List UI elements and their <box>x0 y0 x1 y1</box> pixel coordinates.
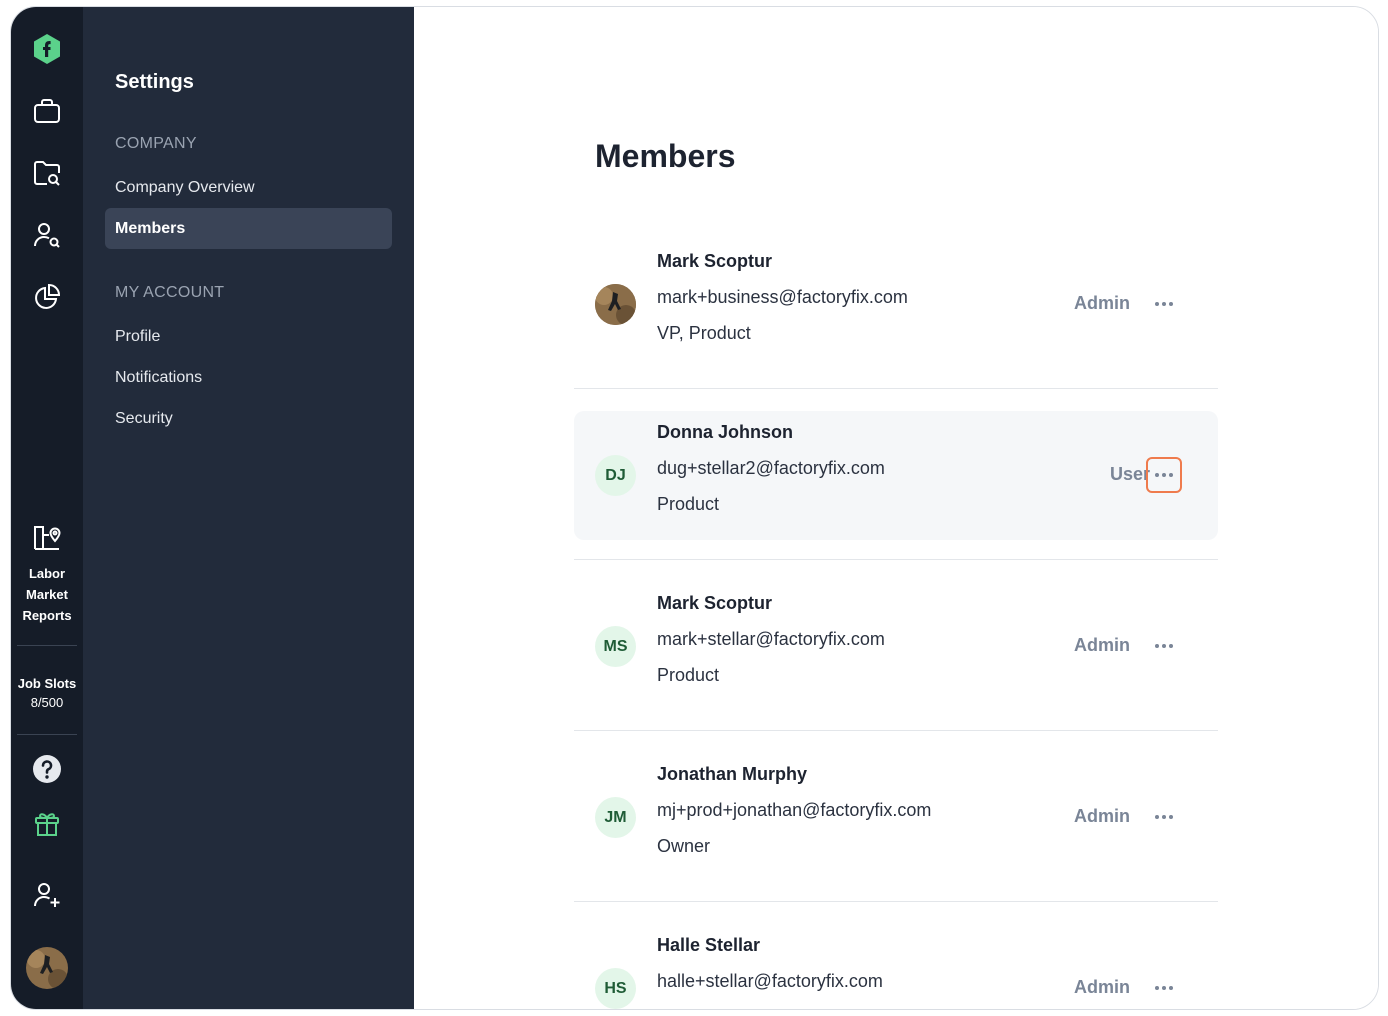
more-dots-icon <box>1155 644 1173 648</box>
sidebar-title: Settings <box>115 71 194 93</box>
help-icon[interactable] <box>29 751 65 787</box>
member-row: HS Halle Stellar halle+stellar@factoryfi… <box>574 924 1218 1009</box>
more-options-button[interactable] <box>1146 799 1182 835</box>
member-avatar: DJ <box>595 455 636 496</box>
member-role: VP, Product <box>657 323 751 343</box>
member-role: Product <box>657 665 720 685</box>
member-name: Mark Scoptur <box>657 593 773 613</box>
more-options-button[interactable] <box>1146 457 1182 493</box>
member-email: mark+business@factoryfix.com <box>657 287 908 307</box>
member-name: Mark Scoptur <box>657 251 773 271</box>
member-name: Halle Stellar <box>657 935 761 955</box>
rail-divider <box>17 645 77 646</box>
app-window: Labor Market Reports Job Slots 8/500 Set… <box>10 6 1379 1010</box>
member-email: halle+stellar@factoryfix.com <box>657 971 883 991</box>
member-avatar: JM <box>595 797 636 838</box>
member-permission[interactable]: Admin <box>1074 293 1130 314</box>
more-dots-icon <box>1155 473 1173 477</box>
labor-market-reports-label[interactable]: Labor Market Reports <box>11 563 83 626</box>
member-role: Owner <box>657 836 711 856</box>
divider <box>574 901 1218 902</box>
member-name: Jonathan Murphy <box>657 764 808 784</box>
sidebar-item-company-overview[interactable]: Company Overview <box>105 167 392 208</box>
member-avatar: MS <box>595 626 636 667</box>
user-avatar[interactable] <box>26 947 68 989</box>
section-company: COMPANY <box>115 135 197 152</box>
settings-sidebar: Settings COMPANY Company Overview Member… <box>83 7 414 1009</box>
folder-search-icon[interactable] <box>29 155 65 191</box>
more-options-button[interactable] <box>1146 286 1182 322</box>
divider <box>574 388 1218 389</box>
member-avatar: HS <box>595 968 636 1009</box>
candidate-search-icon[interactable] <box>29 217 65 253</box>
member-email: dug+stellar2@factoryfix.com <box>657 458 885 478</box>
more-options-button[interactable] <box>1146 970 1182 1006</box>
job-slots: Job Slots 8/500 <box>11 674 83 712</box>
briefcase-icon[interactable] <box>29 93 65 129</box>
factoryfix-logo-icon[interactable] <box>29 31 65 67</box>
divider <box>574 559 1218 560</box>
section-my-account: MY ACCOUNT <box>115 284 225 301</box>
member-role: Product <box>657 494 720 514</box>
icon-rail: Labor Market Reports Job Slots 8/500 <box>11 7 83 1009</box>
sidebar-item-security[interactable]: Security <box>105 398 392 439</box>
sidebar-item-notifications[interactable]: Notifications <box>105 357 392 398</box>
member-permission[interactable]: Admin <box>1074 977 1130 998</box>
member-permission[interactable]: User <box>1110 464 1150 485</box>
more-dots-icon <box>1155 302 1173 306</box>
sidebar-item-members[interactable]: Members <box>105 208 392 249</box>
rail-divider <box>17 734 77 735</box>
member-name: Donna Johnson <box>657 422 793 442</box>
member-permission[interactable]: Admin <box>1074 806 1130 827</box>
more-options-button[interactable] <box>1146 628 1182 664</box>
member-email: mj+prod+jonathan@factoryfix.com <box>657 800 932 820</box>
analytics-pie-icon[interactable] <box>29 279 65 315</box>
job-slots-value: 8/500 <box>30 695 64 710</box>
invite-user-icon[interactable] <box>29 877 65 913</box>
page-title: Members <box>595 138 736 174</box>
more-dots-icon <box>1155 986 1173 990</box>
member-row: Mark Scoptur mark+business@factoryfix.co… <box>574 240 1218 369</box>
member-email: mark+stellar@factoryfix.com <box>657 629 885 649</box>
labor-market-reports-icon[interactable] <box>29 519 65 555</box>
divider <box>574 730 1218 731</box>
gift-icon[interactable] <box>29 805 65 841</box>
more-dots-icon <box>1155 815 1173 819</box>
job-slots-label: Job Slots <box>17 676 77 691</box>
sidebar-item-profile[interactable]: Profile <box>105 316 392 357</box>
member-row: MS Mark Scoptur mark+stellar@factoryfix.… <box>574 582 1218 711</box>
member-permission[interactable]: Admin <box>1074 635 1130 656</box>
member-row: JM Jonathan Murphy mj+prod+jonathan@fact… <box>574 753 1218 882</box>
members-page: Members Mark Scoptur mark+business@facto… <box>414 7 1378 1009</box>
member-row: DJ Donna Johnson dug+stellar2@factoryfix… <box>574 411 1218 540</box>
member-avatar <box>595 284 636 325</box>
